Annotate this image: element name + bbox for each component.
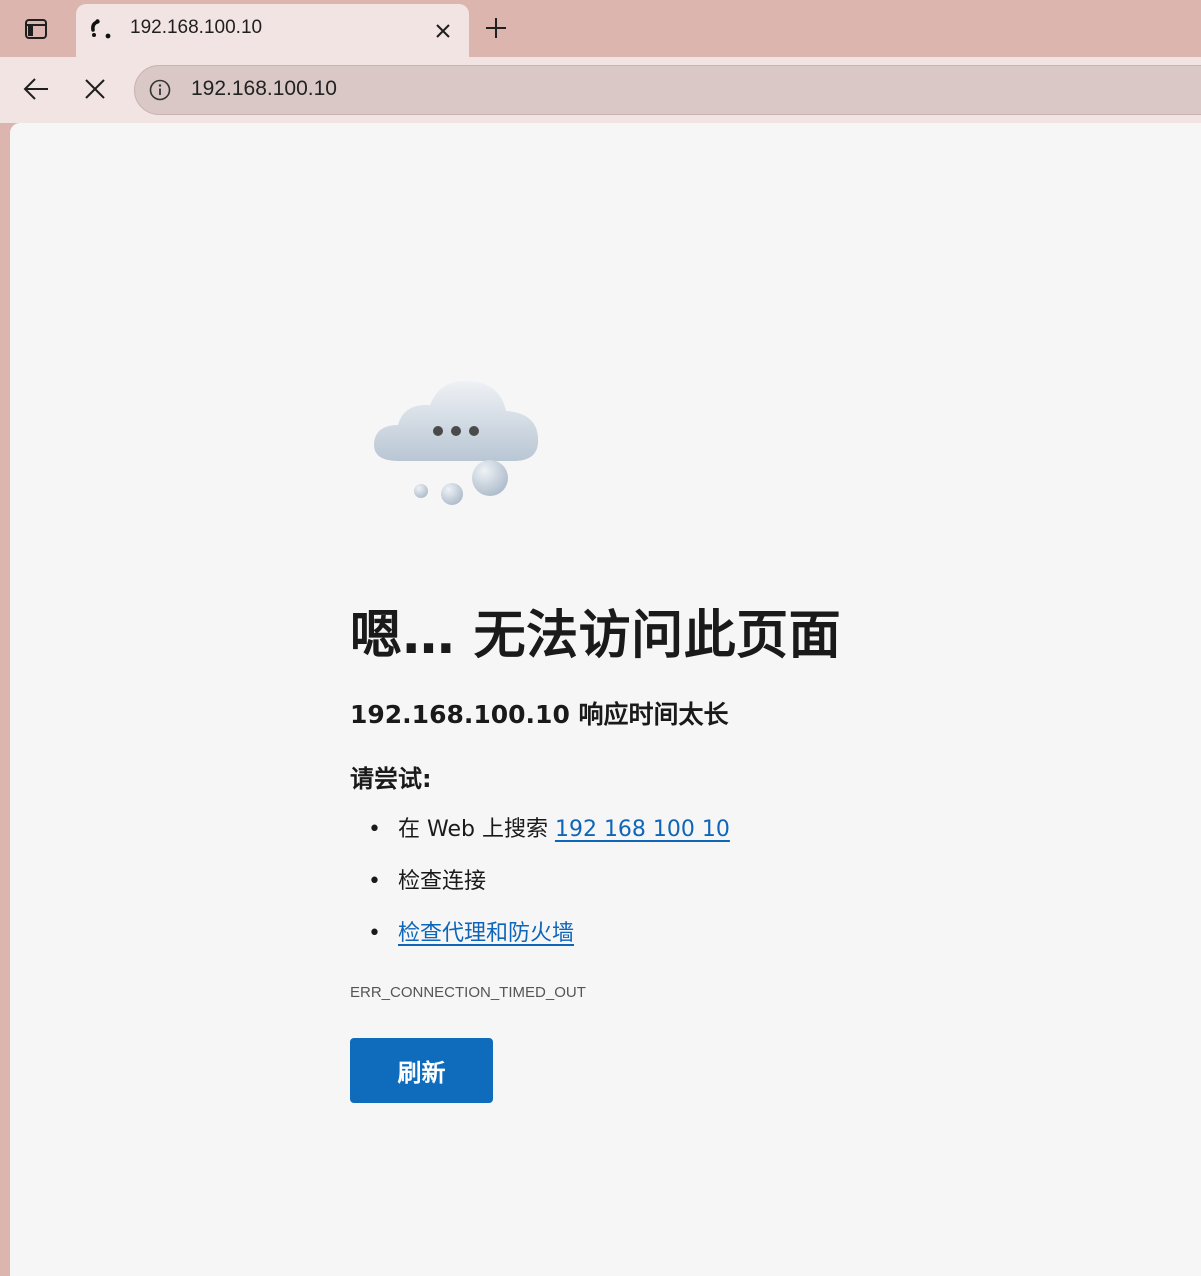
tab-strip: 192.168.100.10 [0,0,1201,57]
suggestion-text: 在 Web 上搜索 [398,817,555,842]
info-icon[interactable] [148,78,172,102]
browser-window: 192.168.100.10 192.168.100.10 嗯… 无法访问此页面… [0,0,1201,1276]
error-subheading: 192.168.100.10 响应时间太长 [350,700,729,729]
tab-actions-button[interactable] [14,14,58,44]
error-page: 嗯… 无法访问此页面 192.168.100.10 响应时间太长 请尝试: • … [10,123,1201,1276]
tab-actions-icon [25,19,47,39]
check-proxy-firewall-link[interactable]: 检查代理和防火墙 [398,921,574,946]
list-item: • 在 Web 上搜索 192 168 100 10 [350,809,730,861]
close-icon [436,24,450,38]
bullet: • [368,869,381,894]
list-item: • 检查连接 [350,861,730,913]
toolbar: 192.168.100.10 [0,57,1201,123]
tab-title: 192.168.100.10 [130,17,263,38]
new-tab-button[interactable] [482,14,510,42]
suggestion-list: • 在 Web 上搜索 192 168 100 10 • 检查连接 • 检查代理… [350,809,730,965]
try-label: 请尝试: [350,765,432,793]
search-web-link[interactable]: 192 168 100 10 [555,817,730,842]
page-title: 嗯… 无法访问此页面 [350,606,842,666]
stop-button[interactable] [80,74,110,104]
address-bar[interactable]: 192.168.100.10 [134,65,1201,115]
suggestion-text: 检查连接 [398,869,487,894]
back-arrow-icon [23,78,48,100]
stop-icon [85,79,105,99]
back-button[interactable] [21,74,51,104]
cloud-illustration-icon [373,380,539,505]
error-code: ERR_CONNECTION_TIMED_OUT [350,984,586,1001]
loading-favicon-icon [91,19,111,39]
address-text[interactable]: 192.168.100.10 [191,77,337,101]
list-item: • 检查代理和防火墙 [350,913,730,965]
refresh-button[interactable]: 刷新 [350,1038,493,1103]
active-tab[interactable]: 192.168.100.10 [76,4,469,57]
tab-close-button[interactable] [430,18,456,44]
plus-icon [486,18,506,38]
bullet: • [368,817,381,842]
bullet: • [368,921,381,946]
